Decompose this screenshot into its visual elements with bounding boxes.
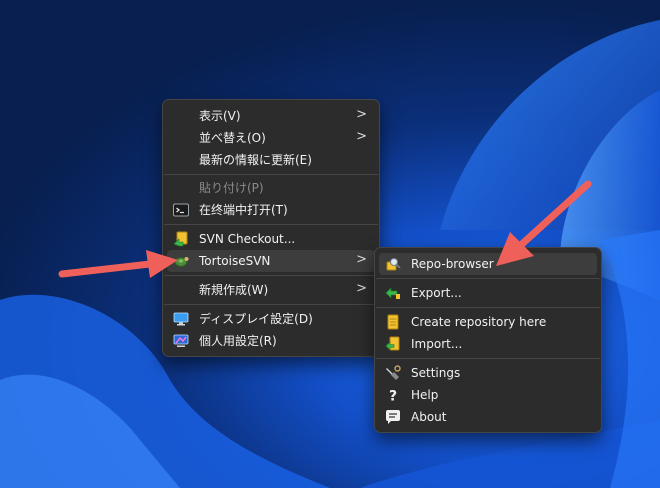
- terminal-icon: [173, 202, 189, 218]
- menu-separator: [164, 174, 378, 175]
- personalize-icon: [173, 333, 189, 349]
- menu-item-label: Help: [411, 388, 439, 402]
- tortoisesvn-submenu: Repo-browser Export... Create repository…: [374, 247, 602, 433]
- menu-item-settings[interactable]: Settings: [379, 362, 597, 384]
- menu-separator: [164, 275, 378, 276]
- menu-item-new[interactable]: 新規作成(W) >: [167, 279, 375, 301]
- menu-item-label: 個人用設定(R): [199, 334, 277, 348]
- menu-item-import[interactable]: Import...: [379, 333, 597, 355]
- settings-icon: [385, 365, 401, 381]
- menu-item-label: About: [411, 410, 447, 424]
- menu-item-display-settings[interactable]: ディスプレイ設定(D): [167, 308, 375, 330]
- menu-item-view[interactable]: 表示(V) >: [167, 105, 375, 127]
- menu-item-label: 在终端中打开(T): [199, 203, 288, 217]
- chevron-right-icon: >: [356, 281, 367, 296]
- menu-separator: [164, 224, 378, 225]
- menu-separator: [376, 307, 600, 308]
- menu-item-label: 新規作成(W): [199, 283, 269, 297]
- menu-item-refresh[interactable]: 最新の情報に更新(E): [167, 149, 375, 171]
- desktop-context-menu: 表示(V) > 並べ替え(O) > 最新の情報に更新(E) 貼り付け(P) 在终…: [162, 99, 380, 357]
- menu-item-personalize[interactable]: 個人用設定(R): [167, 330, 375, 352]
- menu-item-svn-checkout[interactable]: SVN Checkout...: [167, 228, 375, 250]
- menu-item-export[interactable]: Export...: [379, 282, 597, 304]
- menu-item-label: TortoiseSVN: [199, 254, 271, 268]
- menu-item-label: Settings: [411, 366, 461, 380]
- import-icon: [385, 336, 401, 352]
- about-icon: [385, 409, 401, 425]
- display-icon: [173, 311, 189, 327]
- export-icon: [385, 285, 401, 301]
- menu-separator: [376, 278, 600, 279]
- menu-item-label: Import...: [411, 337, 463, 351]
- menu-item-sort[interactable]: 並べ替え(O) >: [167, 127, 375, 149]
- chevron-right-icon: >: [356, 107, 367, 122]
- menu-item-open-in-terminal[interactable]: 在终端中打开(T): [167, 199, 375, 221]
- menu-item-help[interactable]: ? Help: [379, 384, 597, 406]
- repo-browser-icon: [385, 256, 401, 272]
- menu-item-about[interactable]: About: [379, 406, 597, 428]
- menu-item-create-repository[interactable]: Create repository here: [379, 311, 597, 333]
- menu-separator: [164, 304, 378, 305]
- menu-item-repo-browser[interactable]: Repo-browser: [379, 253, 597, 275]
- menu-item-label: Create repository here: [411, 315, 547, 329]
- menu-item-label: 最新の情報に更新(E): [199, 153, 312, 167]
- menu-item-label: Export...: [411, 286, 462, 300]
- menu-item-label: Repo-browser: [411, 257, 494, 271]
- chevron-right-icon: >: [356, 129, 367, 144]
- create-repository-icon: [385, 314, 401, 330]
- help-icon: ?: [385, 387, 401, 405]
- menu-separator: [376, 358, 600, 359]
- menu-item-label: 表示(V): [199, 109, 241, 123]
- menu-item-label: SVN Checkout...: [199, 232, 296, 246]
- tortoisesvn-icon: [173, 253, 189, 269]
- chevron-right-icon: >: [356, 252, 367, 267]
- svg-text:?: ?: [389, 389, 397, 404]
- menu-item-label: 並べ替え(O): [199, 131, 266, 145]
- menu-item-label: 貼り付け(P): [199, 181, 264, 195]
- menu-item-paste: 貼り付け(P): [167, 177, 375, 199]
- menu-item-label: ディスプレイ設定(D): [199, 312, 313, 326]
- svn-checkout-icon: [173, 231, 189, 247]
- menu-item-tortoisesvn[interactable]: TortoiseSVN >: [167, 250, 375, 272]
